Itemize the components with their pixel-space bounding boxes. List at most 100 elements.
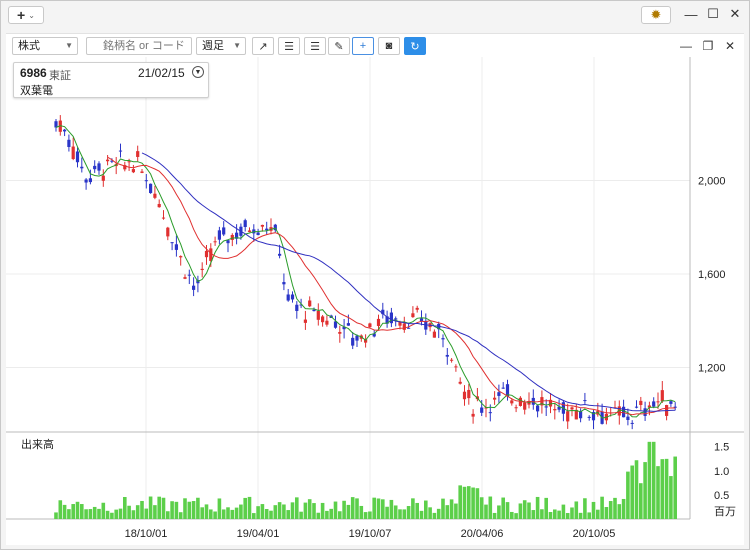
volume-bar [161,497,166,519]
candle-body [411,313,415,318]
candle-body [222,227,226,235]
camera-icon: ◙ [385,40,393,52]
volume-bar [497,505,501,519]
volume-bar [286,510,290,519]
settings-gear-button[interactable]: ✹ [641,6,671,24]
close-button[interactable]: ✕ [726,5,744,23]
volume-bar [467,486,471,519]
volume-bar [303,502,308,519]
volume-bar [290,502,295,519]
volume-bar [445,505,450,519]
maximize-icon: ☐ [707,6,719,21]
candle-body [634,406,639,408]
volume-bar [80,504,84,519]
volume-bar [604,507,609,519]
candle-body [192,285,196,290]
volume-bar [217,498,222,519]
price-tick-label: 1,600 [698,269,726,281]
candle-body [144,180,148,182]
candle-body [587,416,591,418]
volume-bar [651,441,656,519]
price-tick-label: 2,000 [698,176,726,188]
trendline-tool-button[interactable]: ↗ [252,37,274,55]
volume-bar [333,501,338,519]
volume-bar [200,507,204,519]
candle-body [200,268,204,271]
volume-bar [307,499,312,519]
volume-bar [522,500,527,519]
candle-body [467,389,471,399]
refresh-button[interactable]: ↻ [404,37,426,55]
candle-body [260,224,264,227]
volume-bar [140,500,144,519]
align-left-tool-button[interactable]: ☰ [278,37,300,55]
minimize-button[interactable]: — [682,5,700,23]
volume-bar [389,499,394,519]
volume-bar [153,505,157,519]
chart-area[interactable]: 2,000 1,600 1,200 18/10/01 19/04/01 19/10/07 2… [6,57,744,545]
candle-body [67,139,71,147]
volume-bar [346,504,351,519]
volume-bar [398,509,402,519]
candle-body [316,310,320,320]
maximize-button[interactable]: ☐ [704,5,722,23]
symbol-search-input[interactable] [86,37,192,55]
candle-body [321,316,325,323]
time-tick-label: 18/10/01 [125,528,168,540]
volume-bar [518,503,523,519]
candle-body [106,159,110,162]
refresh-icon: ↻ [410,40,420,53]
symbol-info-box[interactable]: 6986 東証 21/02/15 ▼ 双葉電 [13,62,209,98]
volume-bar [669,476,673,519]
long-moving-average-line [141,152,676,412]
volume-bar [578,512,583,519]
candle-body [510,400,514,404]
align-right-tool-button[interactable]: ☰ [304,37,326,55]
volume-bar [574,501,579,519]
volume-bar [338,511,342,519]
volume-bar [527,502,531,519]
candle-body [278,253,282,256]
screenshot-button[interactable]: ◙ [378,37,400,55]
volume-bar [135,505,140,519]
volume-bar [660,459,665,519]
volume-bar [561,504,566,519]
candle-body [325,320,329,325]
pane-close-button[interactable]: ✕ [722,38,738,54]
chevron-down-icon[interactable]: ▼ [192,66,204,78]
volume-bar [234,507,239,519]
draw-tool-button[interactable]: ✎ [328,37,350,55]
time-tick-label: 19/10/07 [349,528,392,540]
volume-bar [617,504,622,519]
volume-bar [187,501,192,519]
align-right-icon: ☰ [310,40,320,53]
candle-body [660,390,664,402]
pane-restore-button[interactable]: ❐ [700,38,716,54]
candle-body [166,227,170,237]
candle-body [71,146,75,160]
volume-bar [178,512,183,519]
volume-unit-label: 百万 [714,506,736,518]
candle-body [639,400,643,405]
volume-bar [144,508,149,519]
price-tick-label: 1,200 [698,363,726,375]
candle-body [351,337,355,346]
volume-bar [492,512,497,519]
volume-bar [312,503,316,519]
candle-body [458,381,462,384]
pane-minimize-button[interactable]: — [678,38,694,54]
volume-bar [587,512,591,519]
candle-body [497,392,501,396]
volume-bar [355,498,359,519]
add-chart-button[interactable]: + ⌄ [8,6,44,24]
crosshair-tool-button[interactable]: + [352,37,374,55]
candle-body [243,220,247,227]
gear-icon: ✹ [650,7,662,22]
volume-bar [501,497,505,519]
crosshair-icon: + [359,40,367,52]
volume-bar [157,496,161,519]
period-select[interactable]: 週足 ▼ [196,37,246,55]
instrument-type-select[interactable]: 株式 ▼ [12,37,78,55]
volume-bar [484,504,488,519]
volume-bar [565,513,570,519]
